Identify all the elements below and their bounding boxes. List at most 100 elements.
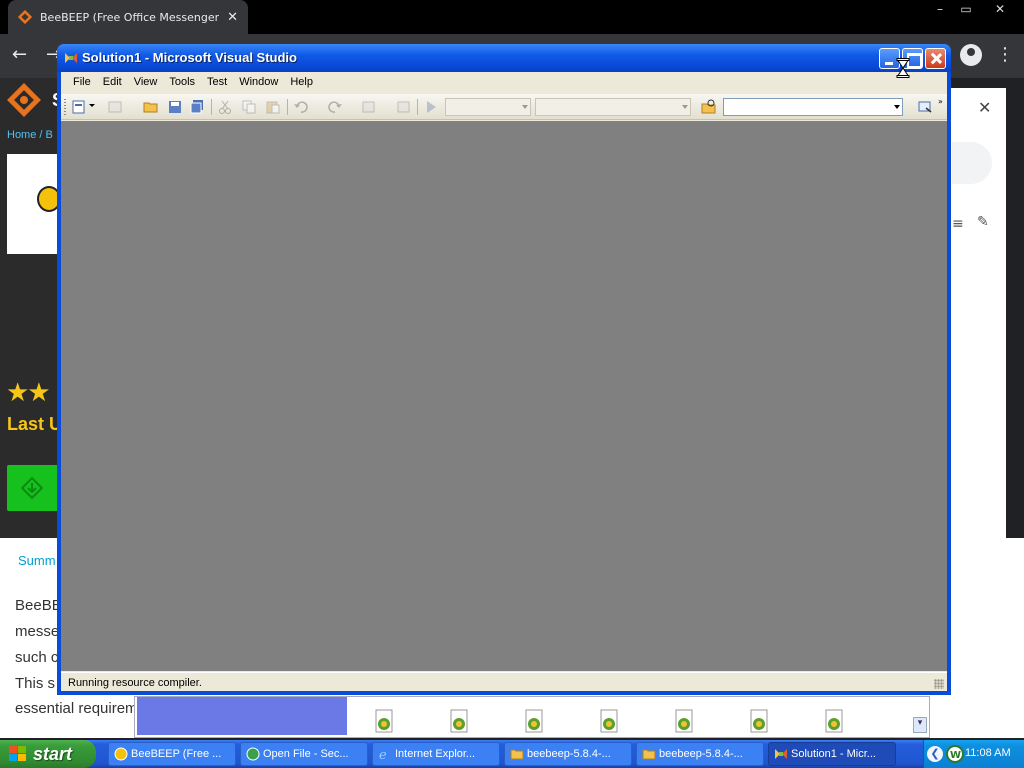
file-icon[interactable] [523,709,547,735]
menu-help[interactable]: Help [284,72,319,94]
file-icon-strip: ▾ [134,696,930,738]
summary-text-line: This s [15,675,56,692]
taskbar-button-label: Open File - Sec... [263,748,349,760]
svg-text:e: e [379,748,387,761]
hourglass-cursor-icon [896,58,910,78]
selected-file-highlight[interactable] [137,697,347,735]
find-input[interactable] [723,98,903,116]
beebeep-tray-icon[interactable]: W [946,745,964,763]
taskbar-button-label: Internet Explor... [395,748,476,760]
visual-studio-window: Solution1 - Microsoft Visual Studio File… [57,44,951,695]
summary-text-line: such c [15,649,59,666]
toolbar-separator [211,99,212,115]
visual-studio-logo-icon [775,749,787,759]
chrome-tab-strip: BeeBEEP (Free Office Messenger) d ✕ – ▭ … [0,0,1024,34]
taskbar-button-internet-explorer[interactable]: e Internet Explor... [372,742,500,766]
back-arrow-icon[interactable]: ← [12,44,27,65]
chrome-tab-title: BeeBEEP (Free Office Messenger) d [40,10,220,24]
menu-test[interactable]: Test [201,72,233,94]
dropdown-arrow-icon[interactable] [89,104,95,107]
taskbar-button-folder[interactable]: beebeep-5.8.4-... [636,742,764,766]
redo-icon[interactable] [327,99,343,115]
breadcrumb[interactable]: Home / B [7,129,53,141]
undo-icon[interactable] [293,99,309,115]
save-all-icon[interactable] [189,99,205,115]
new-project-icon[interactable] [71,99,87,115]
list-menu-icon[interactable]: ≡ [952,216,964,232]
start-button[interactable]: start [0,740,96,768]
solution-configuration-select[interactable] [445,98,531,116]
vs-client-area: File Edit View Tools Test Window Help » … [61,72,947,691]
folder-icon [510,749,524,760]
side-panel-pill [952,142,992,184]
file-icon[interactable] [448,709,472,735]
menu-tools[interactable]: Tools [163,72,201,94]
menu-file[interactable]: File [67,72,97,94]
taskbar-button-label: beebeep-5.8.4-... [527,748,611,760]
chevron-down-icon [682,105,688,109]
chrome-tab[interactable]: BeeBEEP (Free Office Messenger) d ✕ [8,0,248,34]
side-panel-close-icon[interactable]: ✕ [978,98,991,117]
vs-title-bar[interactable]: Solution1 - Microsoft Visual Studio [57,44,951,72]
tab-close-icon[interactable]: ✕ [227,10,238,25]
taskbar-button-folder[interactable]: beebeep-5.8.4-... [504,742,632,766]
save-icon[interactable] [167,99,183,115]
rating-stars: ★★ [6,378,51,408]
file-icon[interactable] [598,709,622,735]
toolbar-separator [287,99,288,115]
show-hidden-icons-chevron-icon[interactable]: ❮ [927,746,943,762]
profile-avatar-icon[interactable] [960,44,982,66]
clock[interactable]: 11:08 AM [965,747,1011,759]
toolbar-separator [417,99,418,115]
start-debug-icon[interactable] [423,99,439,115]
site-favicon-icon [18,10,32,24]
navigate-forward-icon[interactable] [395,99,411,115]
windows-flag-icon [9,746,26,761]
chrome-menu-icon[interactable]: ⋮ [996,44,1014,66]
resize-grip-icon[interactable] [934,679,944,689]
find-in-files-icon[interactable] [701,99,717,115]
file-icon[interactable] [823,709,847,735]
add-item-icon[interactable] [107,99,123,115]
taskbar-button-label: BeeBEEP (Free ... [131,748,222,760]
close-icon[interactable]: ✕ [986,0,1014,18]
menu-window[interactable]: Window [233,72,284,94]
taskbar-button-open-file[interactable]: Open File - Sec... [240,742,368,766]
scroll-down-button[interactable]: ▾ [913,717,927,733]
menu-view[interactable]: View [128,72,164,94]
download-button[interactable] [7,465,59,511]
taskbar-button-visual-studio[interactable]: Solution1 - Micr... [768,742,896,766]
summary-text-line: BeeBE [15,597,62,614]
windows-taskbar: start BeeBEEP (Free ... Open File - Sec.… [0,740,1024,768]
copy-icon[interactable] [241,99,257,115]
tab-summary[interactable]: Summ [18,553,56,568]
cut-icon[interactable] [217,99,233,115]
taskbar-button-label: Solution1 - Micr... [791,748,876,760]
svg-text:W: W [950,750,961,761]
restore-icon[interactable]: ▭ [952,0,980,18]
edit-pencil-icon[interactable]: ✎ [977,214,989,230]
minimize-icon[interactable]: – [926,0,954,18]
file-icon[interactable] [673,709,697,735]
chrome-profile-area: ⋮ [960,44,1014,66]
solution-explorer-icon[interactable] [917,99,933,115]
toolbar-overflow-icon[interactable]: » [938,97,943,106]
site-logo-icon[interactable] [6,82,42,118]
file-icon[interactable] [373,709,397,735]
paste-icon[interactable] [265,99,281,115]
mdi-workspace[interactable] [61,121,947,671]
menu-edit[interactable]: Edit [97,72,128,94]
file-icon[interactable] [748,709,772,735]
toolbar-grip[interactable] [64,99,66,115]
chevron-down-icon [894,105,900,109]
open-folder-icon[interactable] [143,99,159,115]
close-button[interactable] [925,48,946,69]
solution-platform-select[interactable] [535,98,691,116]
app-thumbnail [7,154,61,254]
taskbar-button-beebeep[interactable]: BeeBEEP (Free ... [108,742,236,766]
security-warning-icon [246,747,260,761]
navigate-backward-icon[interactable] [361,99,377,115]
start-label: start [33,744,73,764]
status-bar: Running resource compiler. [61,672,947,691]
system-tray: ❮ W 11:08 AM [923,740,1024,768]
